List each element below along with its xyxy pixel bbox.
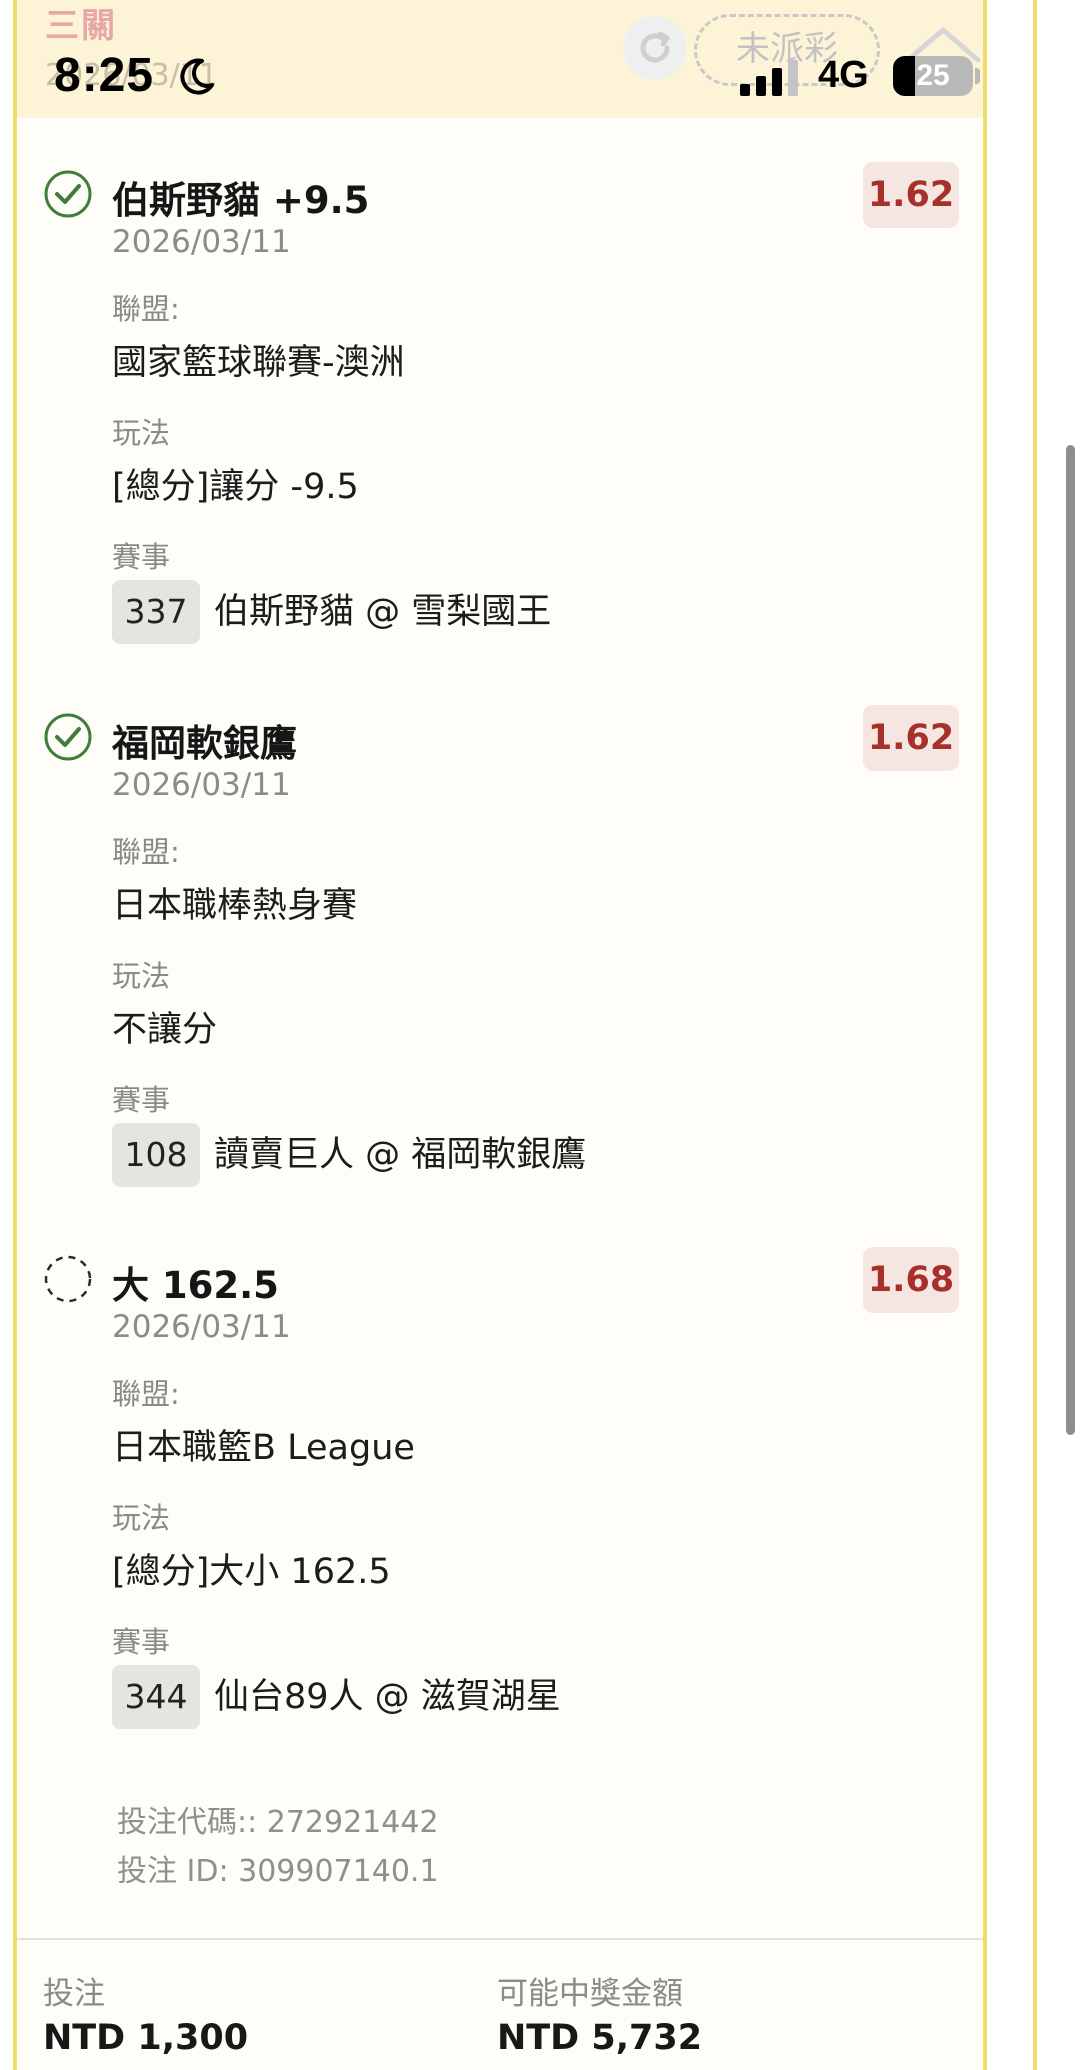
odds-badge: 1.62 (863, 705, 959, 771)
bet-type-label: 玩法 (112, 1501, 171, 1535)
ticket-date: 2026/03/11 (45, 58, 218, 93)
home-icon[interactable] (902, 26, 984, 86)
selection-item: 伯斯野貓 +9.5 1.62 2026/03/11 聯盟: 國家籃球聯賽-澳洲 … (17, 162, 983, 706)
check-circle-icon (44, 170, 92, 218)
ticket-title: 三關 (45, 6, 117, 46)
refresh-button[interactable] (623, 16, 687, 80)
payout-value: NTD 5,732 (497, 2018, 703, 2058)
event-teams: 伯斯野貓 @ 雪梨國王 (214, 592, 552, 632)
selection-date: 2026/03/11 (112, 224, 291, 260)
check-circle-icon (44, 713, 92, 761)
bet-type-label: 玩法 (112, 416, 171, 450)
bet-type-value: [總分]大小 162.5 (112, 1552, 391, 1592)
selection-item: 福岡軟銀鷹 1.62 2026/03/11 聯盟: 日本職棒熱身賽 玩法 不讓分… (17, 705, 983, 1249)
selection-name: 大 162.5 (112, 1264, 279, 1307)
bet-ticket-card: 三關 2026/03/11 未派彩 伯斯野貓 +9.5 1.62 2026/03… (13, 0, 987, 2070)
selection-item: 大 162.5 1.68 2026/03/11 聯盟: 日本職籃B League… (17, 1247, 983, 1791)
league-label: 聯盟: (112, 835, 180, 869)
selection-name: 福岡軟銀鷹 (112, 722, 297, 765)
refresh-icon (640, 31, 670, 63)
league-label: 聯盟: (112, 292, 180, 326)
background-panel-edge (1033, 0, 1037, 2070)
scrollbar[interactable] (1066, 445, 1075, 1435)
event-number-badge: 344 (112, 1665, 200, 1729)
event-number-badge: 337 (112, 580, 200, 644)
odds-badge: 1.68 (863, 1247, 959, 1313)
league-value: 日本職籃B League (112, 1428, 415, 1468)
event-teams: 仙台89人 @ 滋賀湖星 (214, 1677, 561, 1717)
payout-label: 可能中獎金額 (497, 1976, 683, 2012)
bet-id: 投注 ID: 309907140.1 (117, 1854, 439, 1889)
league-value: 日本職棒熱身賽 (112, 886, 358, 926)
summary-divider (17, 1938, 983, 1940)
ticket-header: 三關 2026/03/11 未派彩 (17, 0, 983, 118)
stake-label: 投注 (43, 1976, 105, 2012)
event-teams: 讀賣巨人 @ 福岡軟銀鷹 (214, 1135, 587, 1175)
bet-type-value: 不讓分 (112, 1010, 218, 1050)
settlement-status-badge: 未派彩 (694, 14, 880, 86)
odds-badge: 1.62 (863, 162, 959, 228)
event-label: 賽事 (112, 1625, 171, 1659)
bet-detail-page: 三關 2026/03/11 未派彩 伯斯野貓 +9.5 1.62 2026/03… (0, 0, 1080, 2070)
bet-code: 投注代碼:: 272921442 (117, 1805, 439, 1840)
league-label: 聯盟: (112, 1377, 180, 1411)
dashed-circle-icon (44, 1255, 92, 1303)
league-value: 國家籃球聯賽-澳洲 (112, 343, 405, 383)
event-label: 賽事 (112, 540, 171, 574)
stake-value: NTD 1,300 (43, 2018, 249, 2058)
bet-type-label: 玩法 (112, 959, 171, 993)
selection-date: 2026/03/11 (112, 1309, 291, 1345)
selection-date: 2026/03/11 (112, 767, 291, 803)
event-number-badge: 108 (112, 1123, 200, 1187)
selection-name: 伯斯野貓 +9.5 (112, 179, 370, 222)
bet-type-value: [總分]讓分 -9.5 (112, 467, 359, 507)
event-label: 賽事 (112, 1083, 171, 1117)
